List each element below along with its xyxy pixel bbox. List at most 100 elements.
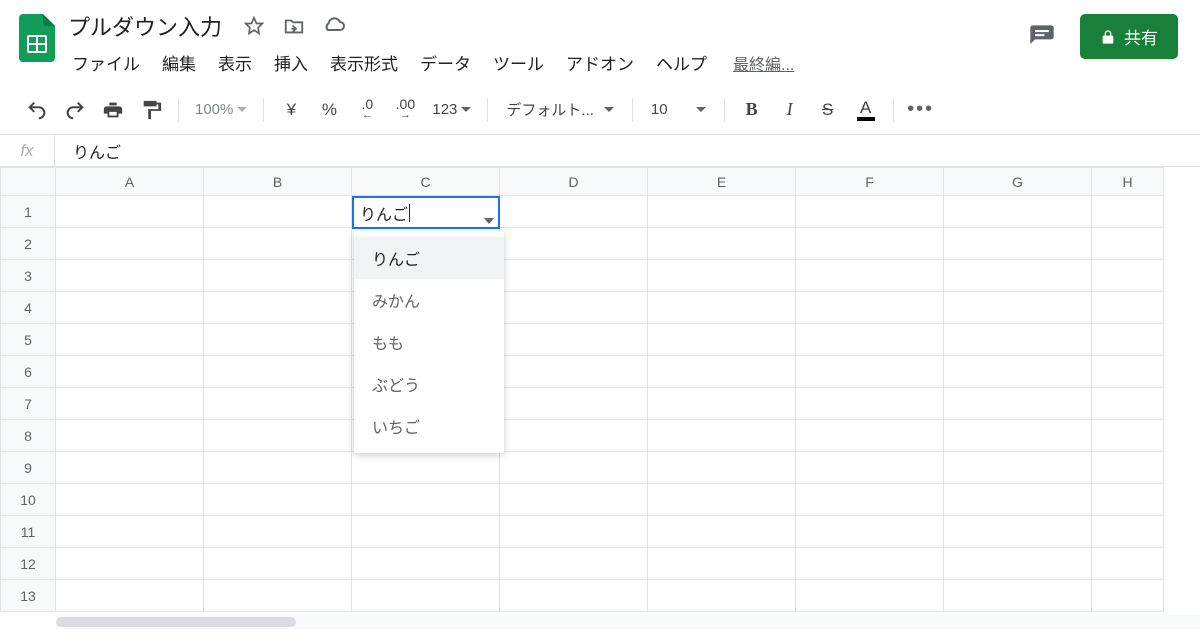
cell-G7[interactable] [944, 388, 1092, 420]
cell-H4[interactable] [1092, 292, 1164, 324]
cell-F9[interactable] [796, 452, 944, 484]
italic-button[interactable]: I [773, 93, 807, 127]
strikethrough-button[interactable]: S [811, 93, 845, 127]
fx-label[interactable]: fx [0, 135, 55, 166]
cell-H1[interactable] [1092, 196, 1164, 228]
app-logo[interactable] [12, 8, 62, 68]
cell-A6[interactable] [56, 356, 204, 388]
menu-tools[interactable]: ツール [483, 46, 554, 79]
increase-decimal-button[interactable]: .00→ [388, 93, 422, 127]
cell-F2[interactable] [796, 228, 944, 260]
cell-D7[interactable] [500, 388, 648, 420]
cell-B12[interactable] [204, 548, 352, 580]
cell-C9[interactable] [352, 452, 500, 484]
cell-D2[interactable] [500, 228, 648, 260]
cell-H8[interactable] [1092, 420, 1164, 452]
dropdown-arrow-icon[interactable] [484, 218, 494, 224]
comments-button[interactable] [1022, 17, 1062, 57]
menu-addons[interactable]: アドオン [556, 46, 644, 79]
cell-F12[interactable] [796, 548, 944, 580]
column-header-E[interactable]: E [648, 168, 796, 196]
dropdown-option[interactable]: もも [354, 321, 504, 363]
print-button[interactable] [96, 93, 130, 127]
cell-E13[interactable] [648, 580, 796, 612]
cell-B10[interactable] [204, 484, 352, 516]
cell-B3[interactable] [204, 260, 352, 292]
cell-A7[interactable] [56, 388, 204, 420]
cell-G12[interactable] [944, 548, 1092, 580]
row-header-1[interactable]: 1 [1, 196, 56, 228]
cell-D8[interactable] [500, 420, 648, 452]
menu-data[interactable]: データ [410, 46, 481, 79]
row-header-6[interactable]: 6 [1, 356, 56, 388]
cell-D13[interactable] [500, 580, 648, 612]
cell-B1[interactable] [204, 196, 352, 228]
cell-E4[interactable] [648, 292, 796, 324]
cell-C10[interactable] [352, 484, 500, 516]
cell-G8[interactable] [944, 420, 1092, 452]
cell-E1[interactable] [648, 196, 796, 228]
cell-A9[interactable] [56, 452, 204, 484]
redo-button[interactable] [58, 93, 92, 127]
last-edit-link[interactable]: 最終編... [733, 51, 794, 75]
cell-G3[interactable] [944, 260, 1092, 292]
cell-D9[interactable] [500, 452, 648, 484]
column-header-A[interactable]: A [56, 168, 204, 196]
cell-E10[interactable] [648, 484, 796, 516]
menu-file[interactable]: ファイル [62, 46, 150, 79]
cell-F13[interactable] [796, 580, 944, 612]
cell-G2[interactable] [944, 228, 1092, 260]
more-formats-dropdown[interactable]: 123 [426, 101, 477, 118]
cell-F4[interactable] [796, 292, 944, 324]
font-dropdown[interactable]: デフォルト... [498, 99, 622, 120]
cell-F7[interactable] [796, 388, 944, 420]
cell-B11[interactable] [204, 516, 352, 548]
cell-F11[interactable] [796, 516, 944, 548]
dropdown-option[interactable]: いちご [354, 405, 504, 447]
cell-G6[interactable] [944, 356, 1092, 388]
cell-C12[interactable] [352, 548, 500, 580]
row-header-4[interactable]: 4 [1, 292, 56, 324]
star-icon[interactable] [240, 12, 268, 40]
row-header-11[interactable]: 11 [1, 516, 56, 548]
cell-E5[interactable] [648, 324, 796, 356]
cell-H12[interactable] [1092, 548, 1164, 580]
cell-B5[interactable] [204, 324, 352, 356]
cell-A11[interactable] [56, 516, 204, 548]
cell-D10[interactable] [500, 484, 648, 516]
cell-A2[interactable] [56, 228, 204, 260]
cell-E3[interactable] [648, 260, 796, 292]
currency-button[interactable]: ¥ [274, 93, 308, 127]
text-color-button[interactable]: A [849, 93, 883, 127]
cell-E11[interactable] [648, 516, 796, 548]
cell-A12[interactable] [56, 548, 204, 580]
formula-input[interactable]: りんご [55, 139, 1200, 163]
row-header-10[interactable]: 10 [1, 484, 56, 516]
menu-view[interactable]: 表示 [208, 46, 262, 79]
cell-D5[interactable] [500, 324, 648, 356]
decrease-decimal-button[interactable]: .0← [350, 93, 384, 127]
cell-D12[interactable] [500, 548, 648, 580]
column-header-B[interactable]: B [204, 168, 352, 196]
cell-G9[interactable] [944, 452, 1092, 484]
cell-B4[interactable] [204, 292, 352, 324]
cell-G5[interactable] [944, 324, 1092, 356]
cell-B6[interactable] [204, 356, 352, 388]
active-cell[interactable]: りんご [352, 196, 500, 229]
cell-D3[interactable] [500, 260, 648, 292]
cell-D1[interactable] [500, 196, 648, 228]
cell-F8[interactable] [796, 420, 944, 452]
cell-H5[interactable] [1092, 324, 1164, 356]
dropdown-option[interactable]: ぶどう [354, 363, 504, 405]
cell-A3[interactable] [56, 260, 204, 292]
row-header-3[interactable]: 3 [1, 260, 56, 292]
cell-E8[interactable] [648, 420, 796, 452]
percent-button[interactable]: % [312, 93, 346, 127]
cell-G1[interactable] [944, 196, 1092, 228]
column-header-C[interactable]: C [352, 168, 500, 196]
cell-A1[interactable] [56, 196, 204, 228]
cell-F1[interactable] [796, 196, 944, 228]
cell-A8[interactable] [56, 420, 204, 452]
row-header-8[interactable]: 8 [1, 420, 56, 452]
cell-H9[interactable] [1092, 452, 1164, 484]
